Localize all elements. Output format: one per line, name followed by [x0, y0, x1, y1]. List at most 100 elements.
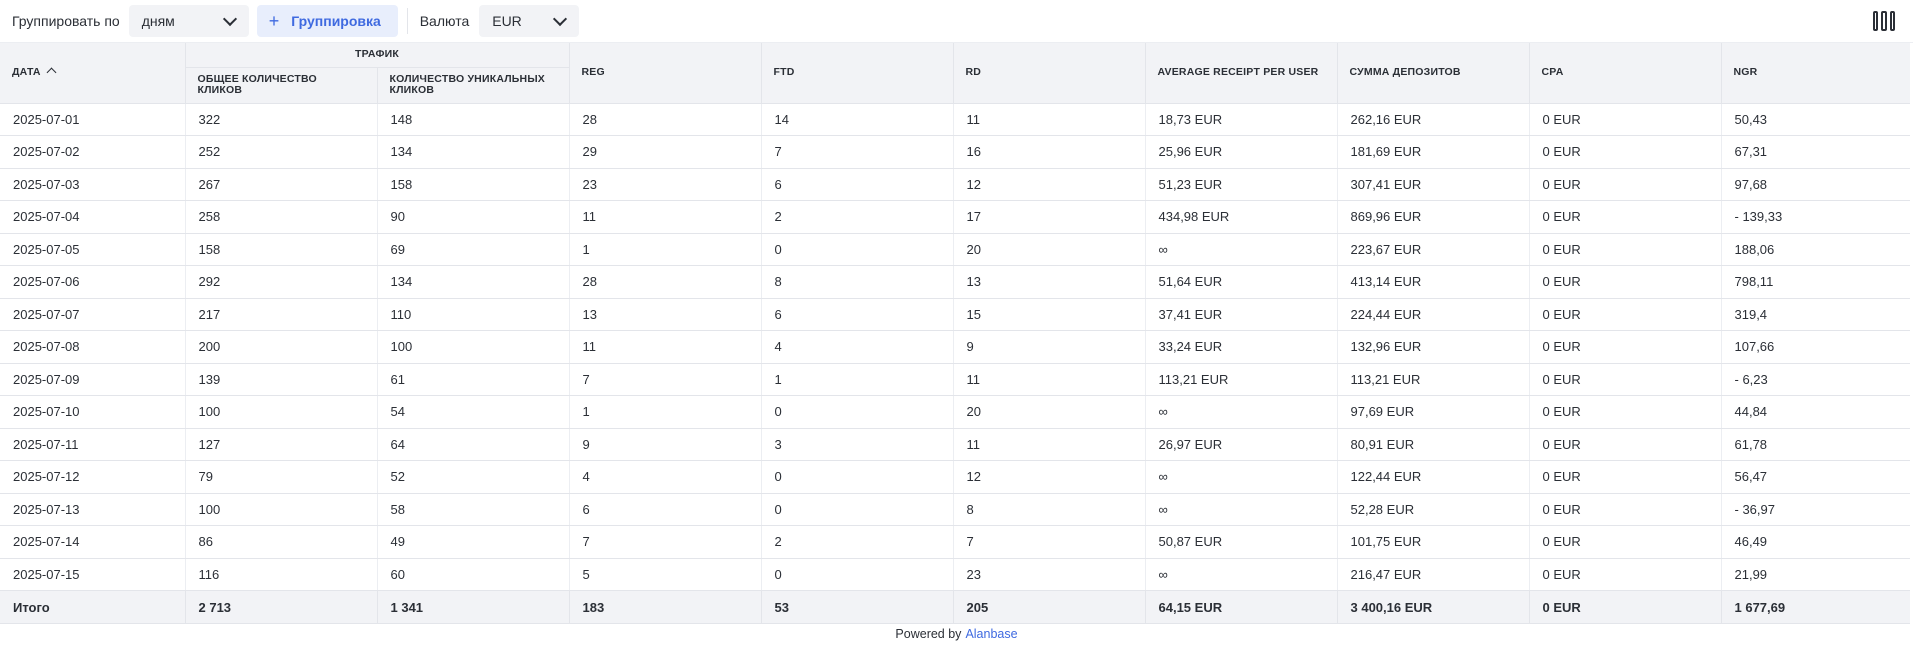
- total-clicks-unique: 1 341: [377, 590, 570, 624]
- cell-avg-receipt: 26,97 EUR: [1145, 428, 1338, 461]
- add-grouping-button[interactable]: + Группировка: [256, 5, 398, 37]
- total-rd: 205: [953, 590, 1146, 624]
- table-row: 2025-07-13 100 58 6 0 8 ∞ 52,28 EUR 0 EUR - 36,97: [0, 493, 1910, 526]
- cell-cpa: 0 EUR: [1529, 135, 1722, 169]
- total-deposits-sum: 3 400,16 EUR: [1337, 590, 1530, 624]
- cell-clicks-total: 127: [185, 428, 378, 461]
- table-row: 2025-07-09 139 61 7 1 11 113,21 EUR 113,21 EUR 0…: [0, 363, 1910, 396]
- cell-avg-receipt: ∞: [1145, 233, 1338, 266]
- table-row: 2025-07-10 100 54 1 0 20 ∞ 97,69 EUR 0 EUR 44,84: [0, 395, 1910, 429]
- cell-ftd: 2: [761, 525, 954, 559]
- cell-avg-receipt: 37,41 EUR: [1145, 298, 1338, 331]
- cell-clicks-total: 267: [185, 168, 378, 201]
- toolbar: Группировать по дням + Группировка Валют…: [0, 0, 1913, 43]
- cell-rd: 13: [953, 265, 1146, 299]
- cell-avg-receipt: 434,98 EUR: [1145, 200, 1338, 234]
- cell-date: 2025-07-13: [0, 493, 186, 526]
- sort-ascending-icon: [46, 67, 57, 78]
- cell-clicks-unique: 58: [377, 493, 570, 526]
- cell-date: 2025-07-14: [0, 525, 186, 559]
- cell-ftd: 8: [761, 265, 954, 299]
- table-row: 2025-07-08 200 100 11 4 9 33,24 EUR 132,96 EUR 0…: [0, 330, 1910, 364]
- cell-reg: 23: [569, 168, 762, 201]
- columns-icon[interactable]: [1873, 11, 1895, 31]
- cell-ngr: 46,49: [1721, 525, 1910, 559]
- cell-deposits-sum: 262,16 EUR: [1337, 103, 1530, 136]
- table-row: 2025-07-04 258 90 11 2 17 434,98 EUR 869,96 EUR…: [0, 200, 1910, 234]
- alanbase-link[interactable]: Alanbase: [965, 627, 1017, 641]
- header-date[interactable]: Дата: [0, 43, 186, 104]
- header-ngr[interactable]: NGR: [1721, 43, 1910, 104]
- toolbar-divider: [406, 8, 408, 34]
- cell-clicks-unique: 90: [377, 200, 570, 234]
- cell-avg-receipt: 113,21 EUR: [1145, 363, 1338, 396]
- header-cpa[interactable]: CPA: [1529, 43, 1722, 104]
- cell-ngr: 61,78: [1721, 428, 1910, 461]
- table-body: 2025-07-01 322 148 28 14 11 18,73 EUR 262,16 EU…: [0, 103, 1910, 591]
- cell-date: 2025-07-08: [0, 330, 186, 364]
- cell-rd: 8: [953, 493, 1146, 526]
- cell-rd: 20: [953, 395, 1146, 429]
- table-row: 2025-07-02 252 134 29 7 16 25,96 EUR 181,69 EUR…: [0, 135, 1910, 169]
- cell-clicks-total: 116: [185, 558, 378, 591]
- cell-cpa: 0 EUR: [1529, 525, 1722, 559]
- cell-reg: 4: [569, 460, 762, 494]
- cell-rd: 23: [953, 558, 1146, 591]
- cell-ngr: 798,11: [1721, 265, 1910, 299]
- cell-deposits-sum: 97,69 EUR: [1337, 395, 1530, 429]
- cell-ngr: 107,66: [1721, 330, 1910, 364]
- cell-clicks-total: 100: [185, 395, 378, 429]
- cell-clicks-unique: 148: [377, 103, 570, 136]
- cell-date: 2025-07-11: [0, 428, 186, 461]
- total-ngr: 1 677,69: [1721, 590, 1910, 624]
- header-rd[interactable]: RD: [953, 43, 1146, 104]
- currency-label: Валюта: [419, 13, 470, 29]
- cell-deposits-sum: 216,47 EUR: [1337, 558, 1530, 591]
- currency-select[interactable]: EUR: [479, 5, 580, 37]
- cell-rd: 15: [953, 298, 1146, 331]
- cell-ngr: - 139,33: [1721, 200, 1910, 234]
- cell-reg: 1: [569, 233, 762, 266]
- table-row: 2025-07-15 116 60 5 0 23 ∞ 216,47 EUR 0 EUR 21,99: [0, 558, 1910, 591]
- cell-clicks-unique: 69: [377, 233, 570, 266]
- cell-clicks-unique: 60: [377, 558, 570, 591]
- cell-avg-receipt: 50,87 EUR: [1145, 525, 1338, 559]
- cell-clicks-total: 200: [185, 330, 378, 364]
- cell-avg-receipt: ∞: [1145, 395, 1338, 429]
- header-ftd[interactable]: FTD: [761, 43, 954, 104]
- table-row: 2025-07-03 267 158 23 6 12 51,23 EUR 307,41 EUR…: [0, 168, 1910, 201]
- group-by-select[interactable]: дням: [128, 5, 249, 37]
- cell-ngr: 67,31: [1721, 135, 1910, 169]
- cell-rd: 16: [953, 135, 1146, 169]
- cell-rd: 9: [953, 330, 1146, 364]
- cell-reg: 6: [569, 493, 762, 526]
- header-date-label: Дата: [12, 66, 41, 79]
- cell-reg: 7: [569, 525, 762, 559]
- header-reg[interactable]: REG: [569, 43, 762, 104]
- table-row: 2025-07-01 322 148 28 14 11 18,73 EUR 262,16 EU…: [0, 103, 1910, 136]
- cell-ngr: 188,06: [1721, 233, 1910, 266]
- table-row: 2025-07-06 292 134 28 8 13 51,64 EUR 413,14 EUR…: [0, 265, 1910, 299]
- cell-reg: 5: [569, 558, 762, 591]
- header-deposits-sum[interactable]: Сумма депозитов: [1337, 43, 1530, 104]
- cell-cpa: 0 EUR: [1529, 103, 1722, 136]
- group-by-label: Группировать по: [12, 13, 120, 29]
- cell-reg: 28: [569, 103, 762, 136]
- cell-clicks-total: 139: [185, 363, 378, 396]
- cell-deposits-sum: 80,91 EUR: [1337, 428, 1530, 461]
- header-clicks-total[interactable]: Общее количество кликов: [185, 67, 378, 104]
- cell-date: 2025-07-06: [0, 265, 186, 299]
- cell-clicks-unique: 64: [377, 428, 570, 461]
- cell-cpa: 0 EUR: [1529, 330, 1722, 364]
- table-row: 2025-07-11 127 64 9 3 11 26,97 EUR 80,91 EUR 0 E…: [0, 428, 1910, 461]
- cell-ngr: 50,43: [1721, 103, 1910, 136]
- cell-ftd: 0: [761, 460, 954, 494]
- add-grouping-label: Группировка: [291, 13, 381, 29]
- stats-table: Дата Трафик REG FTD RD Average receipt p…: [0, 43, 1910, 624]
- header-clicks-unique[interactable]: Количество уникальных кликов: [377, 67, 570, 104]
- cell-ftd: 3: [761, 428, 954, 461]
- cell-cpa: 0 EUR: [1529, 395, 1722, 429]
- cell-clicks-total: 86: [185, 525, 378, 559]
- header-avg-receipt[interactable]: Average receipt per user: [1145, 43, 1338, 104]
- cell-ftd: 4: [761, 330, 954, 364]
